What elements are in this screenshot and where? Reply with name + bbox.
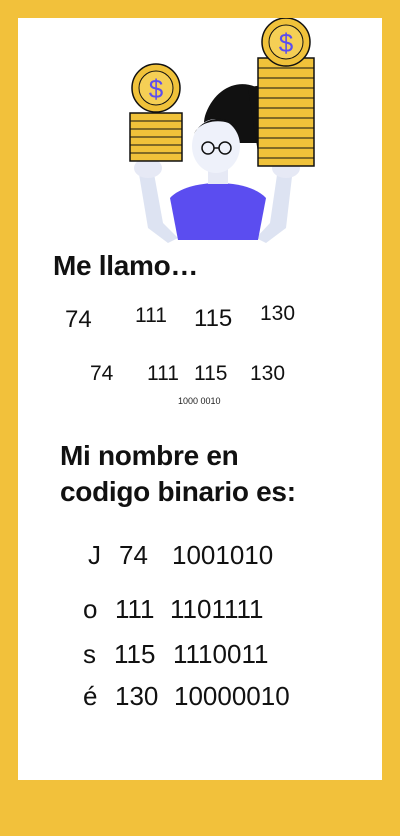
section-title: Mi nombre en codigo binario es: bbox=[60, 438, 296, 510]
svg-text:$: $ bbox=[279, 28, 294, 58]
code-value: 115 bbox=[194, 362, 228, 385]
right-coin-stack: $ bbox=[257, 18, 315, 167]
letter: s bbox=[83, 639, 96, 669]
letter: é bbox=[83, 681, 98, 711]
svg-text:$: $ bbox=[149, 74, 164, 104]
binary: 10000010 bbox=[174, 681, 290, 711]
section-title-line: Mi nombre en bbox=[60, 440, 239, 471]
section-title-line: codigo binario es: bbox=[60, 476, 296, 507]
code-value: 74 bbox=[90, 362, 114, 385]
content-card: $ $ Me llamo… 74 111 115 130 74 111 115 … bbox=[18, 18, 382, 780]
binary: 1001010 bbox=[172, 540, 274, 570]
letter: o bbox=[83, 594, 98, 624]
letter: J bbox=[88, 540, 101, 570]
code: 115 bbox=[114, 639, 156, 669]
binary: 1101111 bbox=[170, 594, 264, 624]
code-value: 111 bbox=[135, 304, 167, 327]
binary-row: é 130 10000010 bbox=[83, 681, 290, 836]
binary: 1110011 bbox=[173, 639, 269, 669]
code: 111 bbox=[115, 594, 155, 624]
code-value: 74 bbox=[65, 306, 92, 333]
code-value: 130 bbox=[250, 362, 286, 385]
left-coin-stack: $ bbox=[129, 63, 183, 162]
code: 130 bbox=[115, 681, 159, 711]
code-value: 130 bbox=[260, 302, 296, 325]
small-note: 1000 0010 bbox=[178, 396, 221, 406]
code-value: 115 bbox=[194, 305, 233, 332]
code-value: 111 bbox=[147, 362, 179, 385]
coins-illustration: $ $ bbox=[129, 18, 315, 243]
page-title: Me llamo… bbox=[53, 250, 199, 281]
code: 74 bbox=[119, 540, 148, 570]
